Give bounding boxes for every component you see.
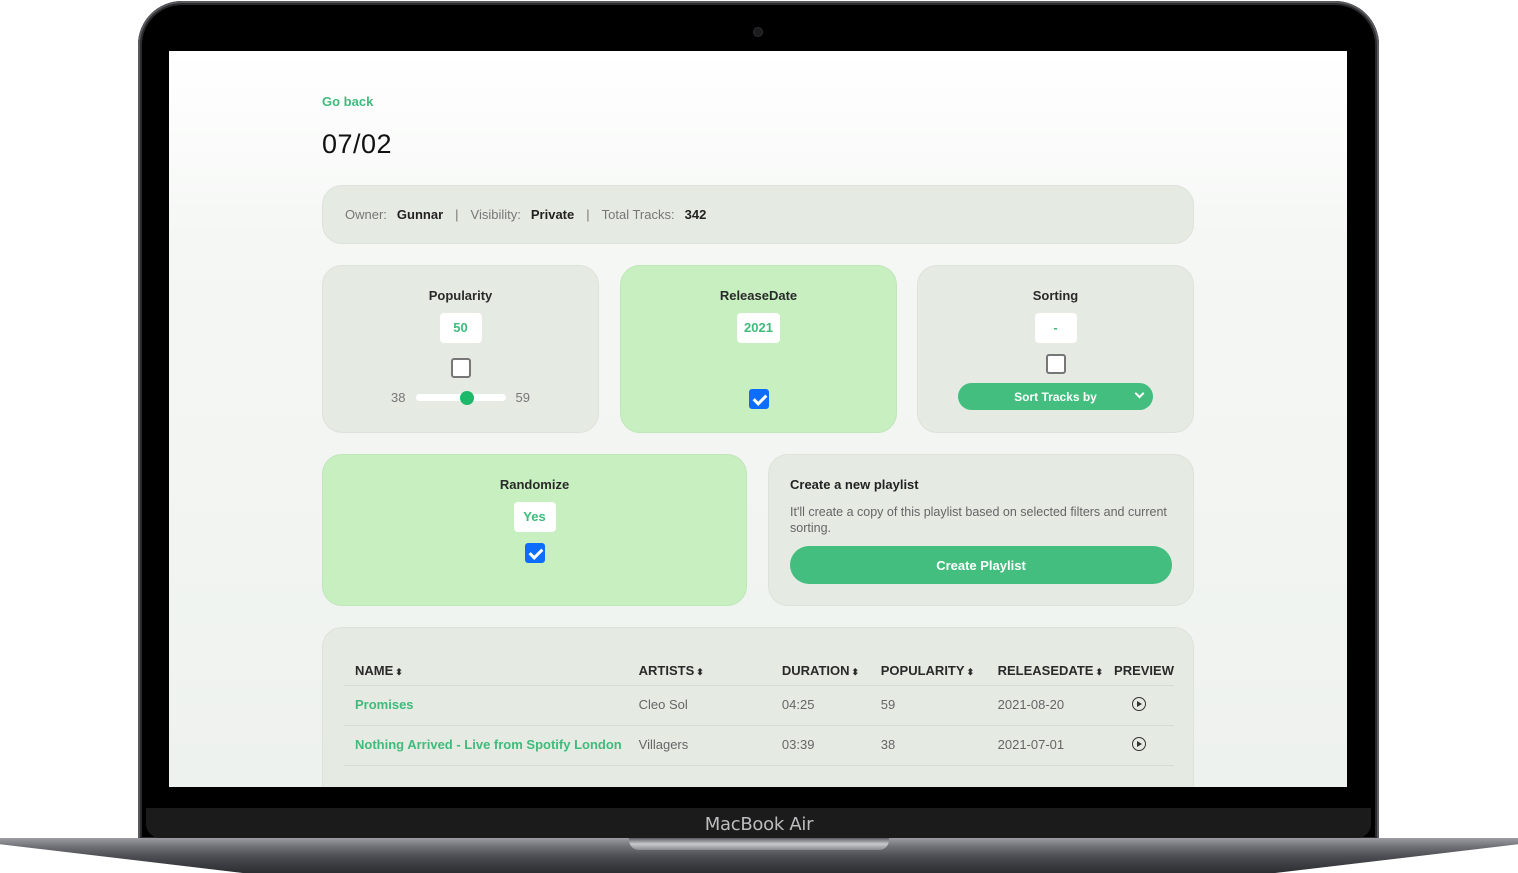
table-row: Promises Cleo Sol 04:25 59 2021-08-20: [344, 685, 1174, 726]
release-date-value: 2021: [737, 313, 780, 343]
playlist-info-bar: Owner: Gunnar | Visibility: Private | To…: [322, 185, 1194, 244]
column-header-name[interactable]: NAME ⬍: [344, 655, 628, 686]
track-name-link[interactable]: Nothing Arrived - Live from Spotify Lond…: [344, 725, 628, 766]
play-circle-icon[interactable]: [1131, 697, 1146, 711]
popularity-slider[interactable]: [415, 390, 506, 405]
tracks-table: NAME ⬍ ARTISTS ⬍ DURATION ⬍ POPULARITY ⬍ REL…: [344, 655, 1174, 766]
visibility-value: Private: [530, 207, 575, 222]
visibility-label: Visibility:: [470, 207, 521, 222]
sorting-checkbox[interactable]: [1045, 354, 1066, 374]
owner-label: Owner:: [345, 207, 387, 222]
column-header-artists[interactable]: ARTISTS ⬍: [627, 655, 771, 686]
sort-icon: ⬍: [966, 666, 975, 677]
randomize-card: Randomize Yes: [322, 454, 747, 606]
randomize-title: Randomize: [499, 477, 570, 492]
column-header-preview: PREVIEW: [1103, 655, 1174, 686]
sort-select-label: Sort Tracks by: [1014, 389, 1097, 404]
popularity-title: Popularity: [428, 288, 493, 303]
sorting-value: -: [1034, 313, 1077, 343]
release-date-title: ReleaseDate: [719, 288, 798, 303]
chevron-down-icon: [1134, 388, 1145, 399]
table-row: Nothing Arrived - Live from Spotify Lond…: [344, 725, 1174, 766]
track-artists: Villagers: [627, 725, 771, 766]
sorting-filter-card: Sorting - Sort Tracks by: [917, 265, 1194, 433]
total-tracks-label: Total Tracks:: [601, 207, 675, 222]
page-title: 07/02: [322, 129, 393, 159]
track-release-date: 2021-08-20: [986, 685, 1104, 726]
track-preview-cell: [1103, 685, 1174, 726]
track-preview-cell: [1103, 725, 1174, 766]
sort-icon: ⬍: [851, 666, 860, 677]
separator: |: [586, 207, 590, 222]
popularity-filter-card: Popularity 50 38 59: [322, 265, 599, 433]
column-label: ARTISTS: [638, 662, 695, 678]
column-label: NAME: [355, 662, 394, 678]
popularity-value: 50: [439, 313, 482, 343]
tracks-table-card: NAME ⬍ ARTISTS ⬍ DURATION ⬍ POPULARITY ⬍ REL…: [322, 627, 1194, 787]
sort-icon: ⬍: [1095, 666, 1103, 677]
track-name-link[interactable]: Promises: [344, 685, 628, 726]
track-duration: 03:39: [770, 725, 870, 766]
column-label: RELEASEDATE: [997, 662, 1094, 678]
track-duration: 04:25: [770, 685, 870, 726]
randomize-checkbox[interactable]: [524, 543, 545, 563]
create-playlist-title: Create a new playlist: [790, 477, 919, 492]
create-playlist-button[interactable]: Create Playlist: [790, 546, 1172, 584]
laptop-hinge-notch: [629, 838, 889, 850]
camera-icon: [754, 28, 762, 36]
column-label: DURATION: [781, 662, 850, 678]
column-label: PREVIEW: [1114, 662, 1174, 678]
track-popularity: 59: [869, 685, 987, 726]
go-back-link[interactable]: Go back: [322, 94, 373, 109]
track-popularity: 38: [869, 725, 987, 766]
release-date-filter-card: ReleaseDate 2021: [620, 265, 897, 433]
column-header-releasedate[interactable]: RELEASEDATE ⬍: [986, 655, 1104, 686]
slider-thumb[interactable]: [459, 390, 474, 405]
play-circle-icon[interactable]: [1131, 737, 1146, 751]
column-header-duration[interactable]: DURATION ⬍: [770, 655, 870, 686]
separator: |: [455, 207, 459, 222]
screen: Go back 07/02 Owner: Gunnar | Visibility…: [169, 51, 1347, 787]
track-artists: Cleo Sol: [627, 685, 771, 726]
total-tracks-value: 342: [684, 207, 707, 222]
sort-icon: ⬍: [696, 666, 704, 677]
column-label: POPULARITY: [880, 662, 965, 678]
create-playlist-description: It'll create a copy of this playlist bas…: [790, 505, 1167, 535]
device-label: MacBook Air: [704, 814, 814, 835]
sort-icon: ⬍: [395, 666, 403, 677]
create-playlist-card: Create a new playlist It'll create a cop…: [768, 454, 1194, 606]
slider-min-label: 38: [391, 390, 406, 405]
randomize-value: Yes: [513, 502, 556, 532]
column-header-popularity[interactable]: POPULARITY ⬍: [869, 655, 987, 686]
track-release-date: 2021-07-01: [986, 725, 1104, 766]
popularity-checkbox[interactable]: [450, 358, 471, 378]
owner-value: Gunnar: [396, 207, 444, 222]
sort-tracks-select[interactable]: Sort Tracks by: [958, 383, 1153, 410]
release-date-checkbox[interactable]: [748, 389, 769, 409]
slider-max-label: 59: [515, 390, 530, 405]
sorting-title: Sorting: [1032, 288, 1079, 303]
table-header-row: NAME ⬍ ARTISTS ⬍ DURATION ⬍ POPULARITY ⬍ REL…: [344, 655, 1174, 686]
popularity-slider-row: 38 59: [323, 390, 598, 405]
